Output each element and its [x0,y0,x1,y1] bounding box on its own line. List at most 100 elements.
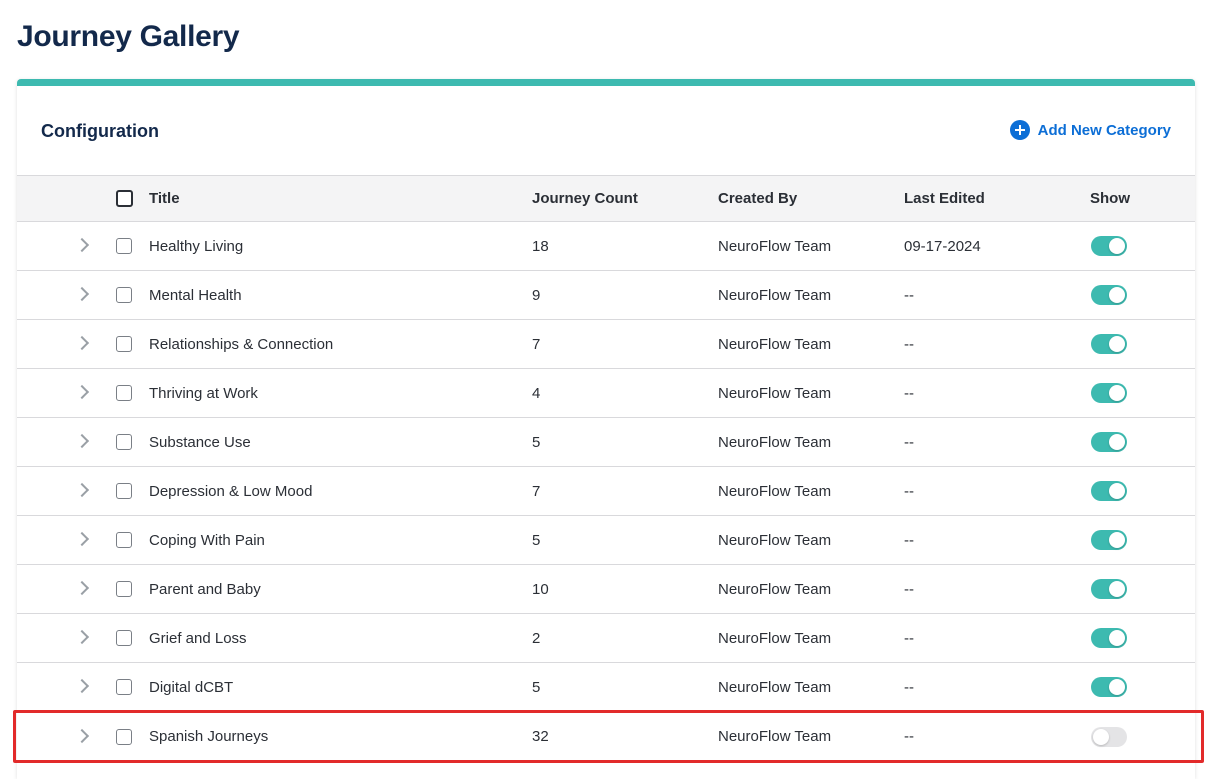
card-header: Configuration Add New Category [17,86,1195,175]
show-toggle-cell [1090,726,1127,747]
row-title: Mental Health [149,286,242,304]
row-journey-count: 5 [532,433,541,451]
show-toggle-cell [1090,334,1127,354]
toggle-knob [1109,434,1125,450]
row-last-edited: -- [904,728,914,745]
add-new-category-label: Add New Category [1037,121,1171,139]
row-title: Depression & Low Mood [149,482,313,500]
select-all-checkbox[interactable] [116,190,133,207]
row-checkbox[interactable] [116,336,132,352]
expand-row-button[interactable] [74,482,93,499]
checkbox-box [116,630,132,646]
table-row[interactable]: Mental Health 9 NeuroFlow Team -- [17,271,1195,320]
add-new-category-button[interactable]: Add New Category [1009,120,1171,140]
show-toggle[interactable] [1091,432,1127,452]
expand-row-button[interactable] [74,335,93,352]
row-created-by: NeuroFlow Team [718,384,832,402]
table-row[interactable]: Thriving at Work 4 NeuroFlow Team -- [17,369,1195,418]
row-last-edited: -- [904,531,914,549]
show-toggle[interactable] [1091,236,1127,256]
show-toggle-cell [1090,236,1127,256]
row-checkbox[interactable] [116,532,132,548]
table-row[interactable]: Grief and Loss 2 NeuroFlow Team -- [17,614,1195,663]
plus-circle-icon [1009,120,1030,140]
row-checkbox[interactable] [116,238,132,254]
row-last-edited: 09-17-2024 [904,237,981,255]
row-last-edited: -- [904,286,914,304]
show-toggle-cell [1090,383,1127,403]
toggle-knob [1109,630,1125,646]
row-checkbox[interactable] [116,385,132,401]
row-title: Digital dCBT [149,678,234,696]
show-toggle[interactable] [1091,383,1127,403]
row-title: Parent and Baby [149,580,261,598]
checkbox-box [116,728,132,745]
table-row[interactable]: Coping With Pain 5 NeuroFlow Team -- [17,516,1195,565]
row-checkbox[interactable] [116,287,132,303]
show-toggle[interactable] [1091,726,1127,747]
table-row[interactable]: Spanish Journeys 32 NeuroFlow Team -- [17,712,1195,761]
expand-row-button[interactable] [74,384,93,401]
show-toggle-cell [1090,285,1127,305]
row-checkbox[interactable] [116,581,132,597]
show-toggle[interactable] [1091,677,1127,697]
chevron-right-icon [74,531,90,547]
row-checkbox[interactable] [116,483,132,499]
toggle-knob [1109,336,1125,352]
show-toggle[interactable] [1091,530,1127,550]
table-row[interactable]: Depression & Low Mood 7 NeuroFlow Team -… [17,467,1195,516]
row-title: Thriving at Work [149,384,258,402]
row-checkbox[interactable] [116,630,132,646]
chevron-right-icon [74,433,90,449]
chevron-right-icon [74,384,90,400]
table-row[interactable]: Parent and Baby 10 NeuroFlow Team -- [17,565,1195,614]
header-created-by[interactable]: Created By [718,190,797,207]
expand-row-button[interactable] [74,629,93,646]
chevron-right-icon [74,678,90,694]
show-toggle[interactable] [1091,628,1127,648]
toggle-knob [1109,679,1125,695]
show-toggle-cell [1090,432,1127,452]
expand-row-button[interactable] [74,286,93,303]
table-row[interactable]: Relationships & Connection 7 NeuroFlow T… [17,320,1195,369]
row-journey-count: 4 [532,384,541,402]
row-checkbox[interactable] [116,434,132,450]
table-row[interactable]: Substance Use 5 NeuroFlow Team -- [17,418,1195,467]
chevron-right-icon [74,335,90,351]
expand-row-button[interactable] [74,678,93,695]
row-journey-count: 18 [532,237,549,255]
header-last-edited[interactable]: Last Edited [904,190,985,207]
row-last-edited: -- [904,335,914,353]
row-journey-count: 10 [532,580,549,598]
expand-row-button[interactable] [74,580,93,597]
show-toggle-cell [1090,481,1127,501]
checkbox-box [116,679,132,695]
expand-row-button[interactable] [74,728,93,745]
expand-row-button[interactable] [74,531,93,548]
row-journey-count: 5 [532,678,541,696]
toggle-knob [1109,532,1125,548]
row-journey-count: 5 [532,531,541,549]
checkbox-box [116,336,132,352]
table-row[interactable]: Healthy Living 18 NeuroFlow Team 09-17-2… [17,222,1195,271]
checkbox-box [116,385,132,401]
expand-row-button[interactable] [74,433,93,450]
header-journey-count[interactable]: Journey Count [532,190,638,207]
expand-row-button[interactable] [74,237,93,254]
header-show[interactable]: Show [1090,190,1130,207]
header-title[interactable]: Title [149,190,180,207]
table-header: Title Journey Count Created By Last Edit… [17,175,1195,222]
row-title: Healthy Living [149,237,244,255]
show-toggle-cell [1090,628,1127,648]
show-toggle[interactable] [1091,481,1127,501]
row-journey-count: 7 [532,335,541,353]
show-toggle[interactable] [1091,334,1127,354]
row-checkbox[interactable] [116,728,132,745]
show-toggle[interactable] [1091,285,1127,305]
show-toggle-cell [1090,530,1127,550]
row-checkbox[interactable] [116,679,132,695]
row-journey-count: 32 [532,728,549,745]
row-created-by: NeuroFlow Team [718,629,832,647]
table-row[interactable]: Digital dCBT 5 NeuroFlow Team -- [17,663,1195,712]
show-toggle[interactable] [1091,579,1127,599]
